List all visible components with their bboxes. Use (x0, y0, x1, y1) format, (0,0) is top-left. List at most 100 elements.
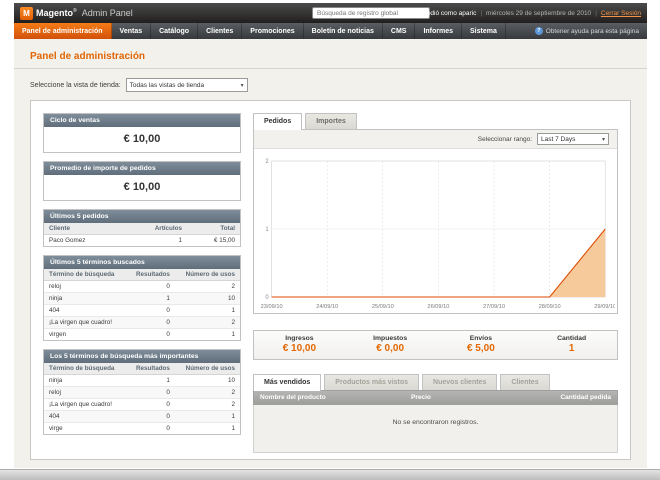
last-orders-box: Últimos 5 pedidos Cliente Artículos Tota… (43, 209, 241, 247)
divider: | (480, 9, 483, 17)
column-header: Nombre del producto (260, 394, 326, 401)
table-row[interactable]: 404 0 1 (44, 304, 240, 317)
table-row[interactable]: ninja 1 10 (44, 374, 240, 387)
brand-product: Admin Panel (81, 8, 133, 18)
chart-panel: Seleccionar rango: Last 7 Days ▾ 0 1 2 23/0… (253, 129, 618, 314)
cell: Paco Gomez (49, 237, 86, 244)
table-row[interactable]: ¡La virgen que cuadro! 0 2 (44, 316, 240, 329)
cell: virgen (49, 331, 67, 338)
column-header: Cliente (44, 223, 124, 235)
cell: 1 (126, 374, 175, 387)
table-row[interactable]: ninja 1 10 (44, 292, 240, 305)
browser-status-bar (0, 469, 660, 480)
cell: ¡La virgen que cuadro! (44, 398, 127, 411)
nav-ventas[interactable]: Ventas (112, 23, 152, 39)
table-row[interactable]: 404 0 1 (44, 410, 240, 423)
nav-dashboard[interactable]: Panel de administración (14, 23, 112, 39)
tab-mas-vendidos[interactable]: Más vendidos (253, 374, 322, 391)
box-title: Últimos 5 términos buscados (44, 256, 240, 269)
nav-promociones[interactable]: Promociones (242, 23, 304, 39)
nav-informes[interactable]: Informes (415, 23, 463, 39)
table-row[interactable]: ¡La virgen que cuadro! 0 2 (44, 398, 240, 411)
cell: 2 (174, 398, 240, 411)
column-header: Cantidad pedida (560, 394, 611, 401)
nav-boletin[interactable]: Boletín de noticias (304, 23, 383, 39)
cell: 0 (126, 280, 175, 293)
cell: 0 (126, 316, 175, 329)
table-row[interactable]: Paco Gomez 1 € 15,00 (44, 235, 240, 247)
cell: 0 (126, 386, 175, 399)
nav-sistema[interactable]: Sistema (462, 23, 506, 39)
tab-pedidos[interactable]: Pedidos (253, 113, 303, 130)
table-row[interactable]: reloj 0 2 (44, 386, 240, 399)
nav-cms[interactable]: CMS (383, 23, 416, 39)
logged-in-as: Accedió como aparic (415, 9, 477, 17)
stat-cantidad: Cantidad 1 (526, 331, 617, 359)
last-search-terms-box: Últimos 5 términos buscados Término de b… (43, 255, 241, 341)
logout-link[interactable]: Cerrar Sesión (601, 10, 641, 17)
grid-empty-row: No se encontraron registros. (253, 405, 618, 453)
magento-logo-icon: M (20, 6, 33, 20)
average-orders-box: Promedio de importe de pedidos € 10,00 (43, 161, 241, 201)
store-view-select[interactable]: Todas las vistas de tienda ▾ (125, 78, 248, 92)
cell: reloj (44, 280, 127, 293)
svg-text:24/09/10: 24/09/10 (316, 304, 338, 310)
stat-value: € 0,00 (376, 343, 405, 354)
admin-header: M Magento® Admin Panel Accedió como apar… (14, 3, 647, 23)
stat-label: Cantidad (557, 335, 587, 342)
column-header: Precio (411, 394, 431, 401)
stat-label: Ingresos (285, 335, 314, 342)
help-icon: ? (534, 27, 543, 35)
stat-value: € 10,00 (282, 343, 317, 354)
tab-clientes-bottom[interactable]: Clientes (500, 374, 550, 390)
svg-text:29/09/10: 29/09/10 (594, 304, 615, 310)
tab-importes[interactable]: Importes (305, 113, 357, 129)
diagram-tabs: Pedidos Importes (253, 113, 618, 130)
cell: 1 (126, 292, 175, 305)
nav-clientes[interactable]: Clientes (198, 23, 243, 39)
svg-text:25/09/10: 25/09/10 (372, 304, 394, 310)
global-search-input[interactable] (312, 7, 430, 19)
table-row[interactable]: virge 0 1 (44, 423, 240, 435)
column-header: Total (187, 223, 240, 235)
stat-envios: Envíos € 5,00 (436, 331, 527, 359)
cell: 2 (174, 316, 240, 329)
content-area: Panel de administración Seleccione la vi… (14, 39, 647, 468)
stat-impuestos: Impuestos € 0,00 (345, 331, 436, 359)
box-title: Promedio de importe de pedidos (44, 162, 240, 175)
cell: 0 (126, 304, 175, 317)
tab-productos-mas-vistos[interactable]: Productos más vistos (324, 374, 420, 390)
table-row[interactable]: virgen 0 1 (44, 329, 240, 341)
stat-ingresos: Ingresos € 10,00 (254, 331, 345, 359)
tab-nuevos-clientes[interactable]: Nuevos clientes (422, 374, 498, 390)
brand-text: Magento (36, 8, 73, 18)
page-help-link[interactable]: ? Obtener ayuda para esta página (527, 23, 647, 39)
svg-text:28/09/10: 28/09/10 (539, 304, 561, 310)
brand: M Magento® Admin Panel (20, 6, 133, 20)
store-view-switcher: Seleccione la vista de tienda: Todas las… (14, 69, 647, 92)
box-title: Los 5 términos de búsqueda más important… (44, 350, 240, 363)
page-title: Panel de administración (30, 51, 146, 62)
cell: ninja (44, 292, 127, 305)
cell: 404 (44, 410, 127, 423)
table-row[interactable]: reloj 0 2 (44, 280, 240, 293)
store-view-value: Todas las vistas de tienda (129, 81, 205, 89)
cell: 0 (166, 331, 170, 338)
main-nav: Panel de administración Ventas Catálogo … (14, 23, 647, 39)
cell: 1 (174, 410, 240, 423)
cell: 2 (174, 280, 240, 293)
nav-catalogo[interactable]: Catálogo (151, 23, 199, 39)
divider: | (595, 9, 597, 17)
help-label: Obtener ayuda para esta página (545, 27, 639, 35)
range-value: Last 7 Days (541, 135, 576, 143)
header-user-info: Accedió como aparic | miércoles 29 de se… (416, 3, 641, 23)
cell: ¡La virgen que cuadro! (44, 316, 127, 329)
range-select[interactable]: Last 7 Days ▾ (537, 133, 609, 145)
stat-value: 1 (568, 343, 575, 354)
lifetime-sales-value: € 10,00 (123, 133, 161, 145)
cell: 10 (174, 292, 240, 305)
cell: 1 (178, 237, 182, 244)
column-header: Resultados (126, 269, 175, 281)
chevron-down-icon: ▾ (601, 136, 605, 143)
cell: 1 (231, 425, 235, 432)
